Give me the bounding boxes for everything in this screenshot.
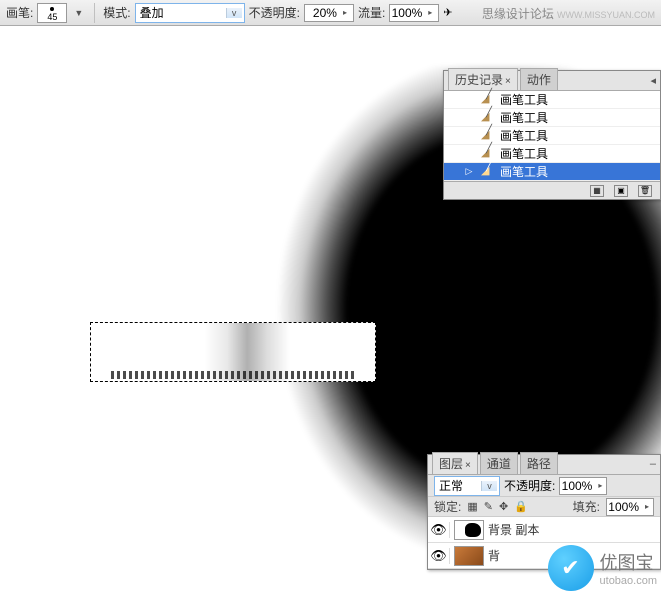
tab-history[interactable]: 历史记录×: [448, 68, 518, 90]
brush-tool-icon: [479, 165, 495, 179]
brush-dot-icon: [50, 7, 54, 11]
history-item-label: 画笔工具: [498, 145, 660, 162]
brush-tool-icon: [479, 93, 495, 107]
brush-preset-picker[interactable]: 45: [37, 3, 67, 23]
fill-label: 填充:: [573, 498, 600, 515]
history-item-label: 画笔工具: [498, 163, 660, 180]
chevron-right-icon[interactable]: ▸: [641, 502, 653, 511]
history-list: 画笔工具画笔工具画笔工具画笔工具▷画笔工具: [444, 91, 660, 181]
history-item[interactable]: 画笔工具: [444, 127, 660, 145]
brush-preset-dropdown-arrow[interactable]: ▼: [71, 8, 86, 18]
chevron-right-icon[interactable]: ▸: [424, 8, 436, 17]
options-toolbar: 画笔: 45 ▼ 模式: 叠加 v 不透明度: ▸ 流量: ▸ ✈ 思缘设计论坛…: [0, 0, 661, 26]
new-document-icon[interactable]: ▣: [614, 185, 628, 197]
tab-actions[interactable]: 动作: [520, 68, 558, 90]
panel-menu-icon[interactable]: ◂: [650, 74, 656, 87]
flow-label: 流量:: [358, 4, 385, 21]
layer-options-row: 正常 v 不透明度: ▸: [428, 475, 660, 497]
tab-paths[interactable]: 路径: [520, 452, 558, 474]
brush-size-value: 45: [47, 12, 57, 22]
layer-row[interactable]: 👁 背景 副本: [428, 517, 660, 543]
layer-visibility-icon[interactable]: 👁: [428, 548, 450, 564]
mode-label: 模式:: [103, 4, 130, 21]
brush-label: 画笔:: [6, 4, 33, 21]
site-watermark: ✔ 优图宝 utobao.com: [548, 545, 657, 591]
brush-tool-icon: [479, 111, 495, 125]
brush-tool-icon: [479, 147, 495, 161]
tab-layers[interactable]: 图层×: [432, 452, 478, 474]
chevron-right-icon[interactable]: ▸: [594, 481, 606, 490]
layer-opacity-label: 不透明度:: [504, 477, 555, 494]
history-item-label: 画笔工具: [498, 91, 660, 108]
chevron-down-icon: v: [481, 481, 497, 491]
history-item[interactable]: ▷ 画笔工具: [444, 163, 660, 181]
history-item-label: 画笔工具: [498, 127, 660, 144]
panel-tab-bar: 图层× 通道 路径 –: [428, 455, 660, 475]
blend-mode-dropdown[interactable]: 叠加 v: [135, 3, 245, 23]
layer-name[interactable]: 背景 副本: [488, 521, 660, 538]
layer-lock-row: 锁定: ▦ ✎ ✥ 🔒 填充: ▸: [428, 497, 660, 517]
trash-icon[interactable]: 🗑: [638, 185, 652, 197]
brush-tool-icon: [479, 129, 495, 143]
history-item-label: 画笔工具: [498, 109, 660, 126]
history-item[interactable]: 画笔工具: [444, 91, 660, 109]
airbrush-icon[interactable]: ✈: [443, 6, 452, 19]
flow-input[interactable]: ▸: [389, 4, 439, 22]
history-panel-footer: ▦ ▣ 🗑: [444, 181, 660, 199]
chevron-right-icon[interactable]: ▸: [339, 8, 351, 17]
layer-visibility-icon[interactable]: 👁: [428, 522, 450, 538]
panel-minimize-icon[interactable]: –: [650, 458, 656, 470]
close-icon[interactable]: ×: [465, 460, 471, 471]
layer-thumbnail[interactable]: [454, 520, 484, 540]
close-icon[interactable]: ×: [505, 76, 511, 87]
lock-position-icon[interactable]: ✥: [499, 500, 508, 513]
history-current-icon: ▷: [462, 166, 476, 177]
lock-all-icon[interactable]: 🔒: [514, 500, 528, 513]
separator: [94, 3, 95, 23]
opacity-label: 不透明度:: [249, 4, 300, 21]
new-snapshot-icon[interactable]: ▦: [590, 185, 604, 197]
flow-field[interactable]: [390, 6, 424, 20]
tab-channels[interactable]: 通道: [480, 452, 518, 474]
logo-icon: ✔: [548, 545, 594, 591]
layer-fill-input[interactable]: ▸: [606, 498, 654, 516]
lock-transparency-icon[interactable]: ▦: [467, 500, 477, 513]
opacity-field[interactable]: [305, 6, 339, 20]
history-item[interactable]: 画笔工具: [444, 109, 660, 127]
lock-label: 锁定:: [434, 498, 461, 515]
history-item[interactable]: 画笔工具: [444, 145, 660, 163]
history-panel: 历史记录× 动作 ◂ 画笔工具画笔工具画笔工具画笔工具▷画笔工具 ▦ ▣ 🗑: [443, 70, 661, 200]
layer-blend-dropdown[interactable]: 正常 v: [434, 476, 500, 496]
forum-watermark: 思缘设计论坛 WWW.MISSYUAN.COM: [482, 5, 655, 22]
chevron-down-icon: v: [226, 8, 242, 18]
layer-thumbnail[interactable]: [454, 546, 484, 566]
panel-tab-bar: 历史记录× 动作 ◂: [444, 71, 660, 91]
opacity-input[interactable]: ▸: [304, 4, 354, 22]
brush-cursor-icon: [560, 403, 598, 441]
layer-opacity-input[interactable]: ▸: [559, 477, 607, 495]
lock-pixels-icon[interactable]: ✎: [484, 500, 493, 513]
blend-mode-value: 叠加: [140, 4, 164, 21]
marquee-selection: [90, 322, 376, 382]
